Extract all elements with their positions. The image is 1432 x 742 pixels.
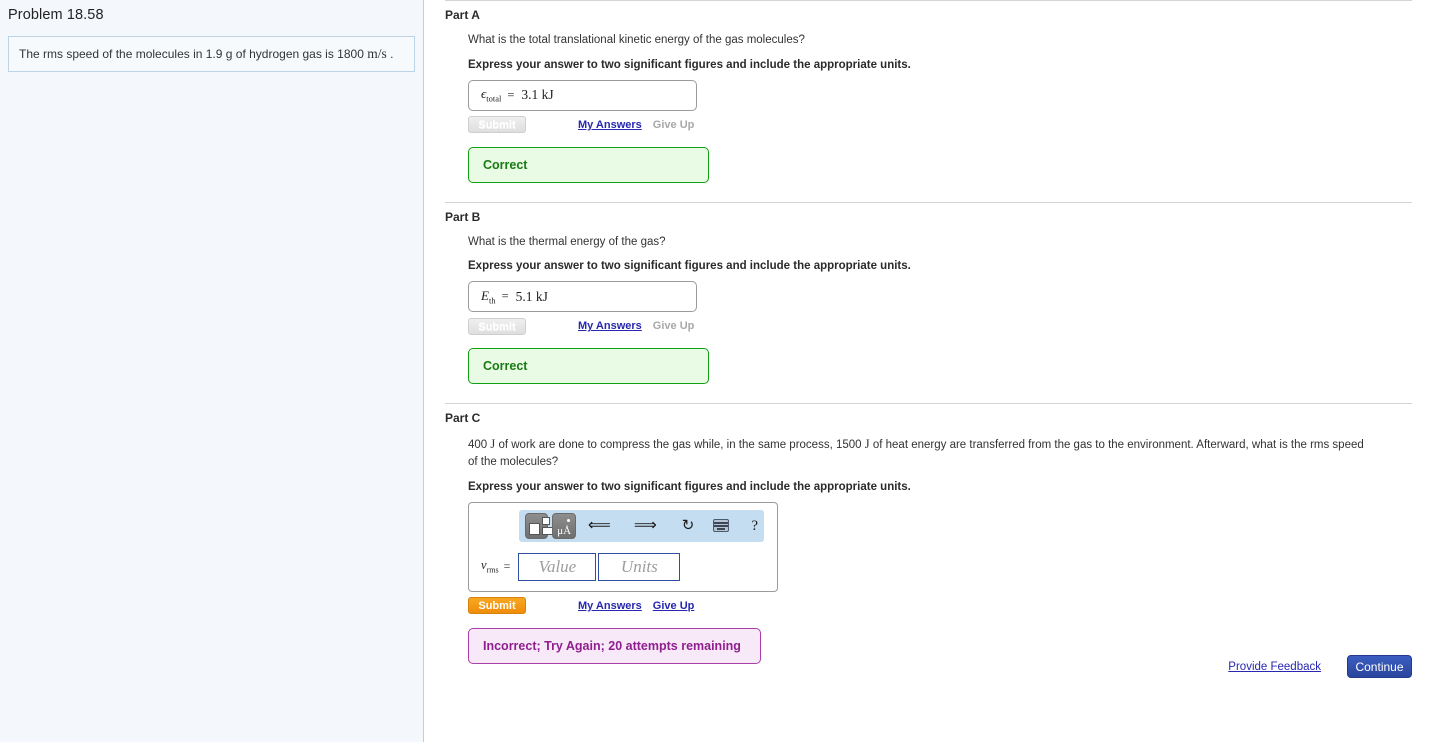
keyboard-row <box>717 527 726 530</box>
part-b-link-group: My Answers Give Up <box>578 320 694 332</box>
section-divider <box>445 0 1412 1</box>
units-tile-icon[interactable]: μÅ <box>552 512 576 539</box>
part-c-give-up-link[interactable]: Give Up <box>653 600 695 612</box>
part-c-entry-row: vrms = Value Units <box>469 552 777 581</box>
part-a-answer-symbol: ϵtotal <box>481 86 502 104</box>
section-divider <box>445 403 1412 405</box>
part-c-button-row: Submit My Answers Give Up <box>468 597 1412 615</box>
template-square-wide <box>542 526 553 535</box>
statement-suffix: . <box>390 47 394 62</box>
part-b-answer-symbol: Eth <box>481 288 496 306</box>
part-c-section: Part C 400 J of work are done to compres… <box>445 403 1412 664</box>
problem-page: Problem 18.58 The rms speed of the molec… <box>0 0 1432 742</box>
part-b-answer-box[interactable]: Eth = 5.1 kJ <box>468 281 697 313</box>
part-a-label: Part A <box>445 8 480 22</box>
parts-container: Part A What is the total translational k… <box>445 0 1412 664</box>
provide-feedback-link[interactable]: Provide Feedback <box>1228 661 1321 673</box>
keyboard-row <box>714 524 729 527</box>
problem-statement-box: The rms speed of the molecules in 1.9 g … <box>8 36 415 72</box>
part-c-answer-widget: μÅ ⟸ ⟹ ↻ ? vrms = Value Units <box>468 501 778 592</box>
part-a-instruction: Express your answer to two significant f… <box>468 58 911 71</box>
part-c-question-b: of work are done to compress the gas whi… <box>498 439 862 452</box>
part-a-equals-sign: = <box>507 87 515 102</box>
undo-icon[interactable]: ⟸ <box>588 517 611 534</box>
part-c-question: 400 J of work are done to compress the g… <box>468 435 1368 470</box>
template-tile-icon[interactable] <box>525 512 553 539</box>
problem-statement-text: The rms speed of the molecules in 1.9 g … <box>19 44 393 64</box>
statement-unit: m/s <box>367 46 387 62</box>
part-a-answer-box[interactable]: ϵtotal = 3.1 kJ <box>468 79 697 111</box>
part-b-label: Part B <box>445 209 481 224</box>
part-a-status-badge: Correct <box>468 146 709 183</box>
template-square-small <box>542 516 550 525</box>
part-a-answer-value: 3.1 kJ <box>521 87 554 103</box>
page-title: Problem 18.58 <box>8 7 104 23</box>
part-a-section: Part A What is the total translational k… <box>445 0 1412 183</box>
part-a-body: What is the total translational kinetic … <box>468 32 1412 183</box>
math-toolbar: μÅ ⟸ ⟹ ↻ ? <box>519 509 764 542</box>
part-a-question: What is the total translational kinetic … <box>468 34 805 46</box>
reset-icon[interactable]: ↻ <box>682 517 695 534</box>
statement-prefix: The rms speed of the molecules in 1.9 g … <box>19 47 364 62</box>
part-b-button-row: Submit My Answers Give Up <box>468 317 1412 335</box>
part-c-instruction: Express your answer to two significant f… <box>468 480 911 493</box>
part-c-submit-button[interactable]: Submit <box>468 597 526 615</box>
section-divider <box>445 201 1412 203</box>
part-c-question-a: 400 <box>468 439 488 452</box>
units-angstrom-ring <box>567 518 571 522</box>
keyboard-icon[interactable] <box>713 519 730 533</box>
keyboard-row <box>714 521 729 524</box>
part-b-instruction: Express your answer to two significant f… <box>468 260 911 273</box>
units-input[interactable]: Units <box>598 552 681 581</box>
part-b-submit-button: Submit <box>468 317 526 335</box>
part-b-give-up-link: Give Up <box>652 320 695 333</box>
help-icon[interactable]: ? <box>751 518 758 534</box>
part-c-link-group: My Answers Give Up <box>578 600 694 612</box>
part-c-unit-joule-2: J <box>864 437 870 452</box>
value-input[interactable]: Value <box>518 552 597 581</box>
part-a-submit-button: Submit <box>468 116 526 134</box>
part-a-link-group: My Answers Give Up <box>578 119 694 131</box>
part-c-unit-joule-1: J <box>490 437 496 452</box>
part-a-button-row: Submit My Answers Give Up <box>468 116 1412 134</box>
part-b-equals-sign: = <box>501 289 509 304</box>
part-c-label: Part C <box>445 411 481 426</box>
part-b-section: Part B What is the thermal energy of the… <box>445 201 1412 385</box>
continue-button[interactable]: Continue <box>1347 655 1412 678</box>
page-footer: Provide Feedback Continue <box>445 655 1412 678</box>
part-a-my-answers-link[interactable]: My Answers <box>578 119 642 131</box>
part-b-question: What is the thermal energy of the gas? <box>468 235 666 248</box>
units-tile-label: μÅ <box>557 524 572 537</box>
part-c-equals-sign: = <box>503 559 511 574</box>
part-c-body: 400 J of work are done to compress the g… <box>468 435 1412 664</box>
template-square-large <box>529 522 540 535</box>
part-c-my-answers-link[interactable]: My Answers <box>578 600 642 612</box>
part-b-body: What is the thermal energy of the gas? E… <box>468 234 1412 385</box>
part-c-answer-symbol: vrms <box>481 558 499 575</box>
part-b-my-answers-link[interactable]: My Answers <box>578 320 642 332</box>
part-a-give-up-link: Give Up <box>652 118 695 131</box>
problem-sidebar: Problem 18.58 The rms speed of the molec… <box>0 0 424 742</box>
redo-icon[interactable]: ⟹ <box>634 517 657 534</box>
part-b-answer-value: 5.1 kJ <box>515 288 548 304</box>
part-b-status-badge: Correct <box>468 348 709 385</box>
